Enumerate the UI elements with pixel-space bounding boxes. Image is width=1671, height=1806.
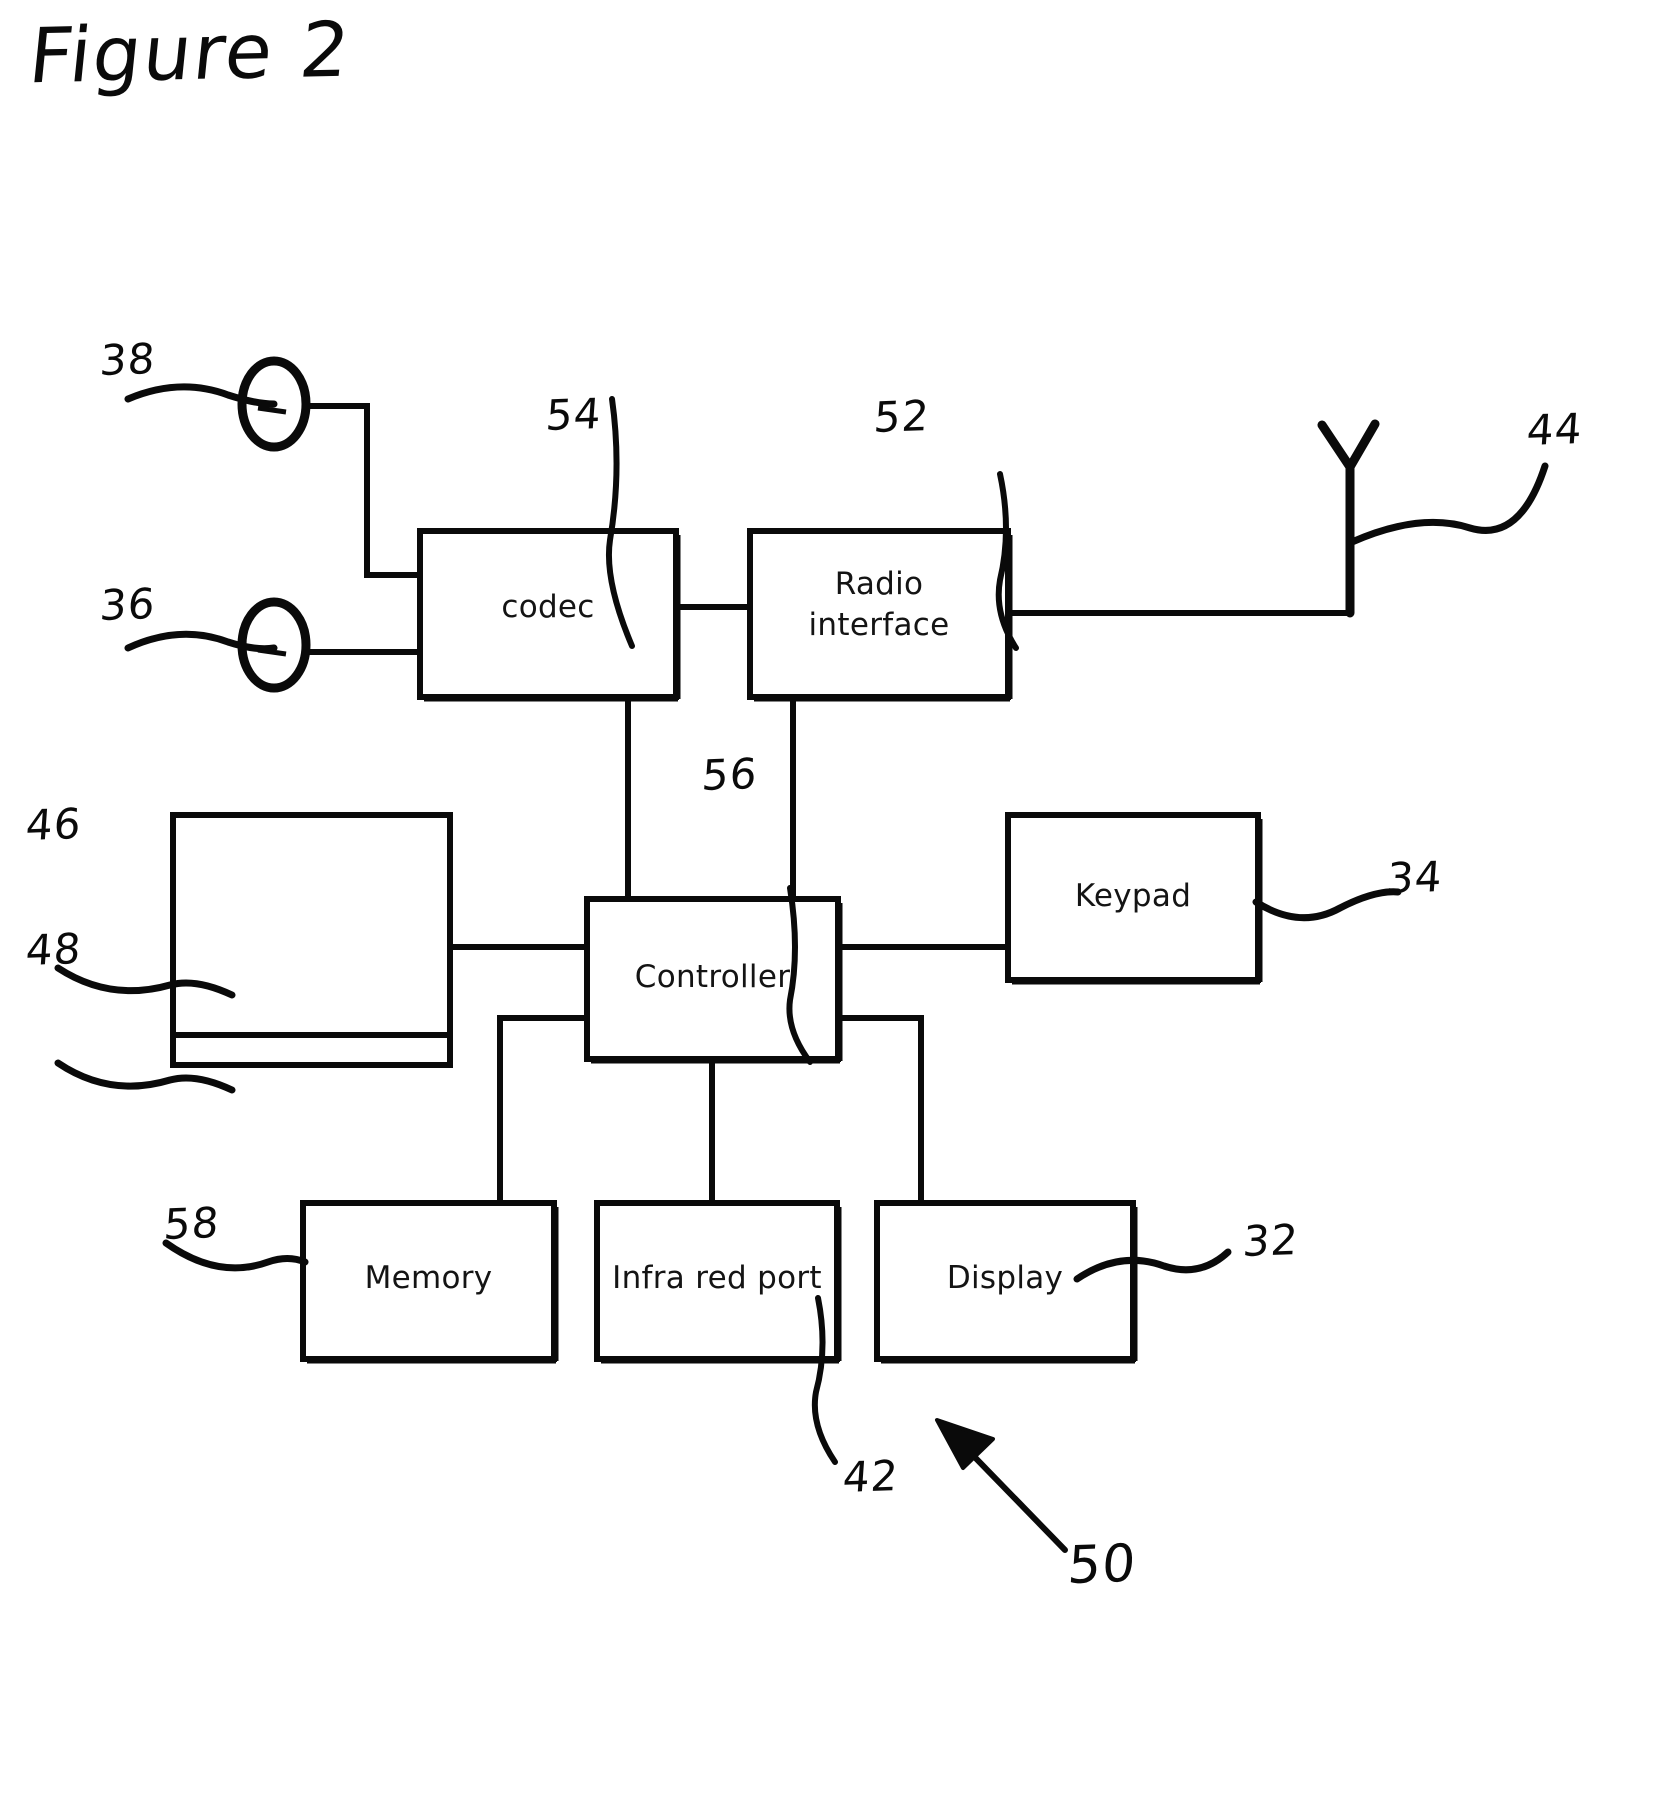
diagram-canvas [54, 356, 1549, 1553]
block-label-radio-interface-line1: Radio [834, 566, 924, 602]
ref-numeral-codec: 54 [544, 389, 604, 440]
block-label-controller: Controller [634, 959, 791, 995]
ref-numeral-device-overall: 50 [1065, 1533, 1139, 1597]
leader-line-34 [1252, 888, 1402, 922]
block-smartcard [170, 812, 453, 1068]
leader-line-44 [1348, 462, 1549, 546]
block-label-memory: Memory [364, 1260, 493, 1296]
figure-page: Figure 2 codec Radio interface Controlle… [0, 0, 1671, 1806]
leader-line-46 [54, 964, 236, 999]
block-label-codec: codec [501, 589, 595, 625]
smartcard-box-shadow [178, 819, 452, 1063]
block-label-infra-red-port: Infra red port [612, 1260, 822, 1296]
ref-numeral-microphone: 36 [98, 579, 158, 630]
leader-line-36 [124, 630, 278, 653]
wire-radio-to-antenna [1008, 468, 1353, 616]
wire-controller-to-memory [497, 1015, 587, 1203]
leader-line-42 [811, 1295, 838, 1465]
ref-numeral-smartcard-upper: 46 [24, 799, 84, 850]
ref-numeral-antenna: 44 [1525, 404, 1585, 455]
ref-numeral-keypad: 34 [1385, 852, 1445, 903]
antenna-symbol [1317, 419, 1380, 618]
ref-numeral-radio-interface: 52 [872, 391, 932, 442]
ref-numeral-memory: 58 [162, 1198, 222, 1249]
block-label-display: Display [946, 1260, 1064, 1296]
wire-speaker-to-codec [306, 403, 420, 578]
ref-numeral-controller: 56 [700, 749, 760, 800]
block-label-radio-interface-line2: interface [808, 607, 950, 643]
ref-numeral-display: 32 [1241, 1215, 1301, 1266]
ref-numeral-speaker: 38 [98, 334, 158, 385]
ref-numeral-smartcard-lower: 48 [24, 924, 84, 975]
wire-controller-to-display [838, 1015, 924, 1203]
block-label-keypad: Keypad [1074, 878, 1192, 914]
ref-numeral-infra-red-port: 42 [841, 1451, 901, 1502]
device-arrow-50 [935, 1418, 1068, 1553]
leader-line-38 [124, 383, 278, 408]
